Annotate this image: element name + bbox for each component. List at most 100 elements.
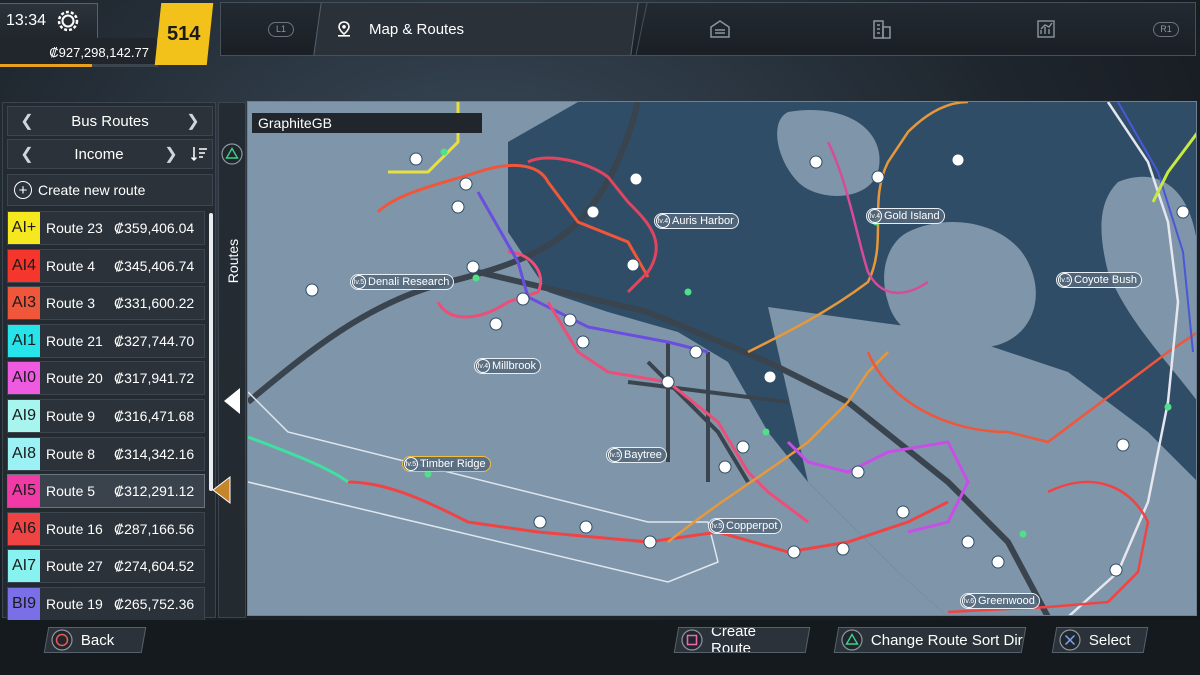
- route-map[interactable]: GraphiteGB lv.4 Auris Harbor lv.4 Gold Isla…: [247, 101, 1197, 616]
- statistics-icon: [1037, 20, 1055, 38]
- place-level-badge: lv.5: [1058, 273, 1072, 287]
- route-income: ₡317,941.72: [114, 370, 195, 387]
- route-income: ₡359,406.04: [114, 220, 195, 236]
- route-name: Route 27: [46, 558, 103, 575]
- place-name: Gold Island: [884, 210, 940, 222]
- category-selector[interactable]: ❮ Bus Routes ❯: [7, 106, 213, 136]
- money-display: ₡927,298,142.77: [0, 38, 158, 66]
- place-label[interactable]: lv.6 Greenwood: [960, 593, 1040, 609]
- back-label: Back: [81, 631, 115, 649]
- route-row[interactable]: AI9 Route 9 ₡316,471.68: [7, 398, 205, 433]
- map-pin-icon: [338, 21, 350, 37]
- route-code-badge: AI9: [8, 399, 40, 432]
- level-number: 514: [167, 22, 201, 45]
- chevron-left-icon[interactable]: ❮: [16, 111, 38, 131]
- route-code-badge: AI1: [8, 324, 40, 357]
- place-label[interactable]: lv.5 Baytree: [606, 447, 667, 463]
- route-name: Route 21: [46, 332, 103, 349]
- sort-selector[interactable]: ❮ Income ❯: [7, 139, 213, 169]
- square-button-icon: [681, 629, 703, 651]
- tab-office[interactable]: [863, 3, 901, 55]
- level-progress-bar: [0, 64, 158, 67]
- place-name: Baytree: [624, 449, 662, 461]
- place-level-badge: lv.4: [656, 214, 670, 228]
- change-sort-direction-button[interactable]: Change Route Sort Direction: [833, 627, 1027, 653]
- place-name: Auris Harbor: [672, 215, 734, 227]
- route-code-badge: BI9: [8, 587, 40, 620]
- depot-icon: [710, 20, 730, 38]
- collapse-panel-icon[interactable]: [222, 386, 242, 416]
- chevron-left-icon[interactable]: ❮: [16, 144, 38, 164]
- place-label[interactable]: lv.5 Copperpot: [708, 518, 783, 534]
- create-route-button[interactable]: Create Route: [673, 627, 811, 653]
- create-new-route-button[interactable]: + Create new route: [7, 174, 213, 206]
- circle-button-icon: [51, 629, 73, 651]
- route-income: ₡274,604.52: [114, 558, 195, 575]
- place-name: Timber Ridge: [420, 458, 486, 470]
- category-label: Bus Routes: [71, 112, 149, 130]
- route-row[interactable]: BI9 Route 19 ₡265,752.36: [7, 586, 205, 621]
- triangle-button-icon: [841, 629, 863, 651]
- route-income: ₡327,744.70: [114, 332, 195, 349]
- sort-label: Income: [74, 145, 124, 163]
- selected-route-pointer-icon: [212, 475, 231, 505]
- route-row[interactable]: AI6 Route 16 ₡287,166.56: [7, 511, 205, 546]
- plus-icon: +: [14, 181, 32, 199]
- r1-bumper[interactable]: R1: [1147, 3, 1185, 55]
- place-label[interactable]: lv.4 Millbrook: [474, 358, 542, 374]
- route-row[interactable]: AI4 Route 4 ₡345,406.74: [7, 248, 205, 283]
- place-label[interactable]: lv.5 Denali Research: [350, 274, 455, 290]
- route-code-badge: AI3: [8, 287, 40, 320]
- route-code-badge: AI4: [8, 249, 40, 282]
- route-name: Route 9: [46, 407, 96, 424]
- place-label[interactable]: lv.4 Gold Island: [866, 208, 945, 224]
- place-label[interactable]: lv.5 Timber Ridge: [402, 456, 491, 472]
- map-canvas[interactable]: [248, 102, 1197, 616]
- tab-statistics[interactable]: [1027, 3, 1065, 55]
- route-row[interactable]: AI7 Route 27 ₡274,604.52: [7, 549, 205, 584]
- route-name: Route 16: [46, 520, 103, 537]
- cross-button-icon: [1059, 629, 1081, 651]
- route-income: ₡265,752.36: [114, 595, 195, 612]
- route-row[interactable]: AI5 Route 5 ₡312,291.12: [7, 474, 205, 509]
- route-income: ₡316,471.68: [114, 407, 195, 424]
- district-boundary: [248, 391, 719, 583]
- scrollbar[interactable]: [209, 213, 213, 491]
- route-name: Route 8: [46, 445, 96, 462]
- sort-direction-icon[interactable]: [190, 145, 208, 163]
- route-row[interactable]: AI8 Route 8 ₡314,342.16: [7, 436, 205, 471]
- route-name: Route 23: [46, 220, 103, 236]
- route-list-panel: ❮ Bus Routes ❯ ❮ Income ❯ + Create new r…: [2, 102, 216, 621]
- top-navigation: L1 Map & Routes R1: [220, 2, 1196, 56]
- chevron-right-icon[interactable]: ❯: [182, 111, 204, 131]
- company-name-label: GraphiteGB: [252, 113, 482, 133]
- triangle-button-icon: [221, 143, 243, 165]
- route-code-badge: AI5: [8, 475, 40, 508]
- route-row[interactable]: AI1 Route 21 ₡327,744.70: [7, 323, 205, 358]
- money-amount: ₡927,298,142.77: [49, 44, 149, 60]
- chevron-right-icon[interactable]: ❯: [160, 144, 182, 164]
- place-label[interactable]: lv.5 Coyote Bush: [1056, 272, 1142, 288]
- tab-map-routes-label: Map & Routes: [369, 20, 465, 38]
- tab-depot[interactable]: [701, 3, 739, 55]
- select-button[interactable]: Select: [1051, 627, 1149, 653]
- change-sort-label: Change Route Sort Direction: [871, 631, 1027, 649]
- route-code-badge: AI7: [8, 550, 40, 583]
- place-name: Millbrook: [492, 360, 537, 372]
- place-level-badge: lv.4: [868, 209, 882, 223]
- place-level-badge: lv.5: [404, 457, 418, 471]
- route-row[interactable]: AI0 Route 20 ₡317,941.72: [7, 361, 205, 396]
- clock-panel: 13:34: [0, 3, 98, 39]
- route-income: ₡312,291.12: [114, 483, 195, 500]
- tab-map-routes[interactable]: Map & Routes: [337, 3, 464, 55]
- routes-side-tab[interactable]: Routes: [218, 102, 246, 618]
- gear-icon[interactable]: [56, 9, 80, 33]
- back-button[interactable]: Back: [43, 627, 147, 653]
- place-label[interactable]: lv.4 Auris Harbor: [654, 213, 739, 229]
- route-row[interactable]: AI3 Route 3 ₡331,600.22: [7, 286, 205, 321]
- routes-tab-label: Routes: [225, 238, 241, 284]
- route-row[interactable]: AI+ Route 23 ₡359,406.04: [7, 211, 205, 245]
- l1-bumper[interactable]: L1: [261, 3, 301, 55]
- place-level-badge: lv.5: [352, 275, 366, 289]
- route-name: Route 20: [46, 370, 103, 387]
